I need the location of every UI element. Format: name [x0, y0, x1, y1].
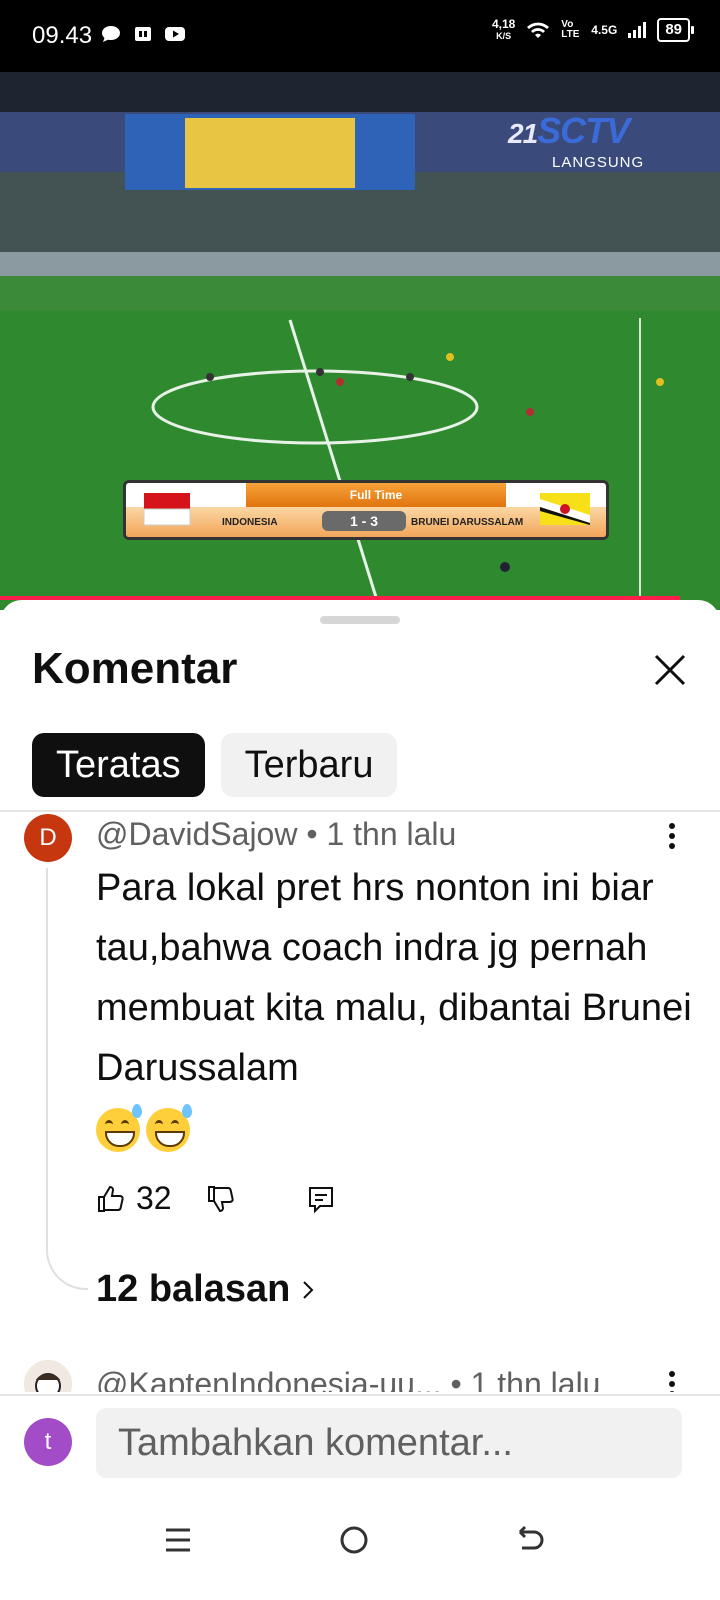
wifi-icon — [527, 22, 550, 38]
tab-top[interactable]: Teratas — [32, 733, 205, 797]
close-icon[interactable] — [650, 650, 690, 690]
thumb-up-icon[interactable] — [96, 1184, 126, 1214]
like-count: 32 — [136, 1180, 172, 1216]
comment-actions: 32 — [96, 1180, 336, 1217]
comment-input[interactable]: Tambahkan komentar... — [96, 1408, 682, 1478]
youtube-icon — [165, 27, 185, 41]
status-right: 4,18 K/S Vo LTE 4.5G 89 — [492, 18, 694, 42]
replies-count: 12 balasan — [96, 1268, 291, 1310]
drag-handle[interactable] — [320, 616, 400, 624]
sort-tabs: Teratas Terbaru — [32, 733, 398, 797]
score-title: Full Time — [246, 483, 506, 507]
chat-bubble-icon — [102, 26, 120, 42]
network-speed: 4,18 K/S — [492, 18, 515, 42]
divider — [0, 810, 720, 812]
thumb-down-icon[interactable] — [206, 1184, 236, 1214]
comment-meta: @DavidSajow • 1 thn lalu — [96, 816, 456, 853]
sheet-title: Komentar — [32, 644, 238, 693]
chevron-right-icon — [303, 1280, 314, 1299]
match-score: 1 - 3 — [322, 511, 406, 531]
comment-time: 1 thn lalu — [326, 816, 457, 852]
system-nav-bar — [0, 1490, 720, 1600]
brunei-flag-icon — [540, 493, 590, 525]
channel-number: 21 — [508, 118, 538, 149]
network-speed-unit: K/S — [496, 31, 512, 41]
user-avatar[interactable]: t — [24, 1418, 72, 1466]
back-icon[interactable] — [510, 1520, 550, 1560]
more-vert-icon[interactable] — [660, 820, 684, 852]
meta-separator: • — [306, 816, 327, 852]
indonesia-flag-icon — [143, 493, 191, 526]
avatar[interactable]: D — [24, 814, 72, 862]
team-away: BRUNEI DARUSSALAM — [411, 517, 524, 528]
team-home: INDONESIA — [222, 517, 278, 528]
reply-icon[interactable] — [306, 1184, 336, 1214]
home-icon[interactable] — [334, 1520, 374, 1560]
status-bar: 09.43 4,18 K/S Vo LTE 4.5G 89 — [0, 0, 720, 72]
divider — [0, 1394, 720, 1396]
replies-link[interactable]: 12 balasan — [96, 1268, 316, 1311]
grinning-sweat-emoji-icon — [146, 1103, 192, 1152]
video-player[interactable]: 21SCTV LANGSUNG Full Time INDONESIA 1 - … — [0, 72, 720, 610]
comment-author[interactable]: @DavidSajow — [96, 816, 297, 852]
live-label: LANGSUNG — [552, 154, 645, 171]
sim-card-icon — [135, 27, 151, 41]
notification-icons — [100, 24, 186, 44]
comment-body: Para lokal pret hrs nonton ini biar tau,… — [96, 867, 692, 1089]
network-speed-value: 4,18 — [491, 17, 516, 31]
tab-newest[interactable]: Terbaru — [220, 733, 398, 797]
status-time: 09.43 — [32, 22, 93, 49]
channel-name: SCTV — [537, 110, 630, 151]
comments-sheet: Komentar Teratas Terbaru D @DavidSajow •… — [0, 600, 720, 1600]
menu-icon[interactable] — [158, 1520, 198, 1560]
thread-line — [46, 868, 88, 1290]
channel-logo: 21SCTV — [508, 110, 630, 152]
network-type: 4.5G — [591, 23, 618, 37]
volte-label: Vo LTE — [561, 19, 580, 40]
grinning-sweat-emoji-icon — [96, 1103, 142, 1152]
scoreboard: Full Time INDONESIA 1 - 3 BRUNEI DARUSSA… — [123, 480, 609, 540]
comment-text: Para lokal pret hrs nonton ini biar tau,… — [96, 858, 696, 1158]
battery-indicator: 89 — [657, 18, 694, 42]
signal-icon — [628, 22, 647, 38]
